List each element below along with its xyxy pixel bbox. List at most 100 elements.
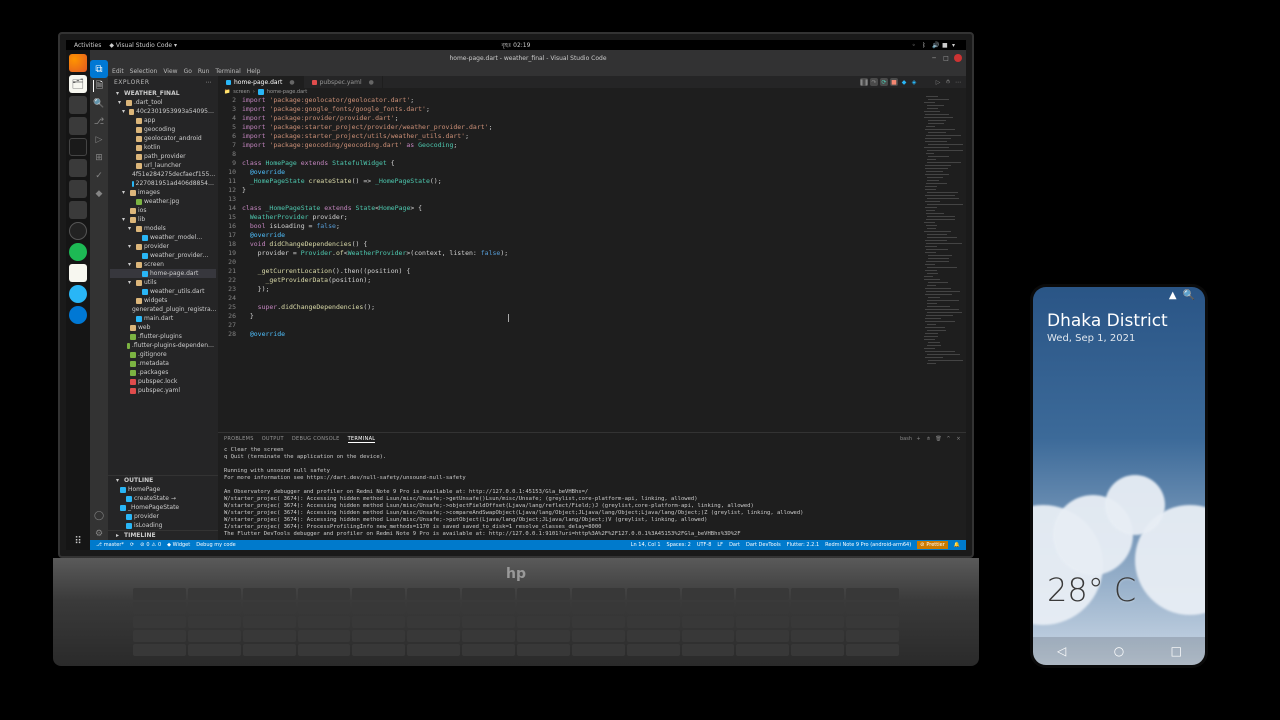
- tree-item[interactable]: ▾lib: [110, 215, 216, 224]
- prettier-status[interactable]: ⊘ Prettier: [917, 541, 948, 549]
- debug-restart-icon[interactable]: ⟳: [880, 78, 888, 86]
- tab-close-icon[interactable]: ●: [289, 79, 294, 86]
- window-minimize-icon[interactable]: ─: [930, 54, 938, 62]
- dock-spotify-icon[interactable]: [69, 243, 87, 261]
- git-branch[interactable]: ⎇ master*: [96, 542, 124, 548]
- search-icon[interactable]: 🔍: [93, 98, 105, 110]
- explorer-icon[interactable]: 🗎: [93, 80, 105, 92]
- dock-apps-grid-icon[interactable]: ⠿: [69, 532, 87, 550]
- window-close-icon[interactable]: [954, 54, 962, 62]
- eol[interactable]: LF: [717, 542, 723, 548]
- outline-section[interactable]: ▾OUTLINE: [108, 475, 218, 485]
- outline-item[interactable]: isLoading: [108, 521, 218, 530]
- menu-selection[interactable]: Selection: [130, 68, 158, 75]
- outline-item[interactable]: _HomePageState: [108, 503, 218, 512]
- window-maximize-icon[interactable]: □: [942, 54, 950, 62]
- menu-help[interactable]: Help: [247, 68, 261, 75]
- tree-item[interactable]: 4f51e284275decfaecf155…: [110, 170, 216, 179]
- dock-firefox-icon[interactable]: [69, 54, 87, 72]
- activities-button[interactable]: Activities: [74, 42, 101, 49]
- terminal-add-icon[interactable]: +: [915, 436, 922, 443]
- editor-tab[interactable]: pubspec.yaml●: [304, 76, 383, 88]
- timeline-section[interactable]: ▸TIMELINE: [108, 530, 218, 540]
- dock-app-icon[interactable]: [69, 180, 87, 198]
- dock-app-icon[interactable]: [69, 264, 87, 282]
- tree-item[interactable]: geocoding: [110, 125, 216, 134]
- editor-tab[interactable]: home-page.dart●: [218, 76, 304, 88]
- project-root[interactable]: ▾WEATHER_FINAL: [108, 89, 218, 98]
- dock-app-icon[interactable]: [69, 201, 87, 219]
- dock-obs-icon[interactable]: [69, 222, 87, 240]
- menu-edit[interactable]: Edit: [112, 68, 124, 75]
- tree-item[interactable]: ▾40c2301953993a54095…: [110, 107, 216, 116]
- menu-terminal[interactable]: Terminal: [215, 68, 240, 75]
- tree-item[interactable]: weather_provider…: [110, 251, 216, 260]
- panel-tab-debug-console[interactable]: DEBUG CONSOLE: [292, 436, 340, 442]
- flutter-inspector[interactable]: ◆ Widget: [167, 542, 190, 548]
- debug-stop-icon[interactable]: ■: [890, 78, 898, 86]
- tree-item[interactable]: app: [110, 116, 216, 125]
- tree-item[interactable]: pubspec.yaml: [110, 386, 216, 395]
- language-mode[interactable]: Dart: [729, 542, 740, 548]
- more-icon[interactable]: ⋯: [954, 78, 962, 86]
- tree-item[interactable]: ▾provider: [110, 242, 216, 251]
- minimap[interactable]: [922, 96, 966, 432]
- tree-item[interactable]: pubspec.lock: [110, 377, 216, 386]
- tree-item[interactable]: ▾.dart_tool: [110, 98, 216, 107]
- panel-tab-problems[interactable]: PROBLEMS: [224, 436, 254, 442]
- outline-item[interactable]: provider: [108, 512, 218, 521]
- run-debug-icon[interactable]: ▷: [93, 134, 105, 146]
- tree-item[interactable]: weather_model…: [110, 233, 216, 242]
- problems-count[interactable]: ⊘ 0 ⚠ 0: [140, 542, 161, 548]
- dock-app-icon[interactable]: [69, 117, 87, 135]
- outline-item[interactable]: createState →: [108, 494, 218, 503]
- device[interactable]: Redmi Note 9 Pro (android-arm64): [825, 542, 911, 548]
- dock-app-icon[interactable]: [69, 306, 87, 324]
- breadcrumb[interactable]: 📁 screen › home-page.dart: [218, 88, 966, 96]
- debug-pause-icon[interactable]: ❚❚: [860, 78, 868, 86]
- accounts-icon[interactable]: ◯: [93, 510, 105, 522]
- encoding[interactable]: UTF-8: [697, 542, 712, 548]
- debug-inspect-icon[interactable]: ◈: [910, 78, 918, 86]
- terminal-kill-icon[interactable]: 🗑: [935, 436, 942, 443]
- dock-telegram-icon[interactable]: [69, 285, 87, 303]
- tree-item[interactable]: generated_plugin_registra…: [110, 305, 216, 314]
- clock[interactable]: বৃহঃ 02:19: [502, 40, 531, 51]
- nav-back-icon[interactable]: ◁: [1052, 645, 1072, 657]
- notifications-icon[interactable]: 🔔: [954, 542, 960, 548]
- dock-app-icon[interactable]: [69, 159, 87, 177]
- tree-item[interactable]: widgets: [110, 296, 216, 305]
- terminal-output[interactable]: c Clear the screen q Quit (terminate the…: [218, 445, 966, 540]
- tree-item[interactable]: home-page.dart: [110, 269, 216, 278]
- tree-item[interactable]: .packages: [110, 368, 216, 377]
- nav-home-icon[interactable]: ○: [1109, 645, 1129, 657]
- panel-maximize-icon[interactable]: ^: [945, 436, 952, 443]
- menu-go[interactable]: Go: [184, 68, 192, 75]
- panel-tab-terminal[interactable]: TERMINAL: [348, 436, 376, 443]
- terminal-split-icon[interactable]: ⫛: [925, 436, 932, 443]
- devtools[interactable]: Dart DevTools: [746, 542, 781, 548]
- tree-item[interactable]: 227081951ad406d8854…: [110, 179, 216, 188]
- tree-item[interactable]: main.dart: [110, 314, 216, 323]
- extensions-icon[interactable]: ⊞: [93, 152, 105, 164]
- run-icon[interactable]: ▷: [934, 78, 942, 86]
- dock-terminal-icon[interactable]: [69, 138, 87, 156]
- dock-vscode-icon[interactable]: ⧉: [90, 60, 108, 78]
- tree-item[interactable]: url_launcher: [110, 161, 216, 170]
- search-icon[interactable]: 🔍: [1183, 290, 1195, 301]
- tree-item[interactable]: weather.jpg: [110, 197, 216, 206]
- cursor-position[interactable]: Ln 14, Col 1: [631, 542, 661, 548]
- tree-item[interactable]: weather_utils.dart: [110, 287, 216, 296]
- tree-item[interactable]: ▾images: [110, 188, 216, 197]
- settings-gear-icon[interactable]: ⚙: [93, 528, 105, 540]
- menu-view[interactable]: View: [163, 68, 177, 75]
- system-tray[interactable]: ◦ ᛒ 🔊 ■ ▾: [912, 42, 958, 48]
- outline-item[interactable]: HomePage: [108, 485, 218, 494]
- dock-app-icon[interactable]: [69, 96, 87, 114]
- location-pin-icon[interactable]: ▲: [1169, 290, 1177, 301]
- tree-item[interactable]: ▾screen: [110, 260, 216, 269]
- tab-close-icon[interactable]: ●: [369, 79, 374, 86]
- panel-tab-output[interactable]: OUTPUT: [262, 436, 284, 442]
- sync-icon[interactable]: ⟳: [130, 542, 134, 548]
- tree-item[interactable]: ▾utils: [110, 278, 216, 287]
